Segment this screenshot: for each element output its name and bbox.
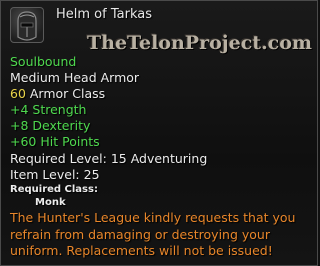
item-tooltip: Helm of Tarkas TheTelonProject.com Soulb… [0,0,318,266]
item-level-value: 25 [83,167,100,182]
item-level: Item Level: 25 [10,167,100,182]
binding-status: Soulbound [10,54,77,69]
required-level-label: Required Level: [10,151,107,166]
stat-hit-points: +60 Hit Points [10,134,100,149]
watermark: TheTelonProject.com [87,32,313,54]
required-level: Required Level: 15 Adventuring [10,151,207,166]
helmet-icon [10,7,44,43]
required-level-value: 15 Adventuring [110,151,208,166]
item-type: Medium Head Armor [10,70,140,85]
armor-class: 60 Armor Class [10,86,105,101]
item-level-label: Item Level: [10,167,80,182]
armor-class-label: Armor Class [25,86,106,101]
armor-class-value: 60 [10,86,26,101]
item-description: The Hunter's League kindly requests that… [10,210,296,258]
item-name: Helm of Tarkas [56,7,152,22]
stat-strength: +4 Strength [10,102,87,117]
required-class-value: Monk [35,197,66,208]
stat-dexterity: +8 Dexterity [10,118,91,133]
